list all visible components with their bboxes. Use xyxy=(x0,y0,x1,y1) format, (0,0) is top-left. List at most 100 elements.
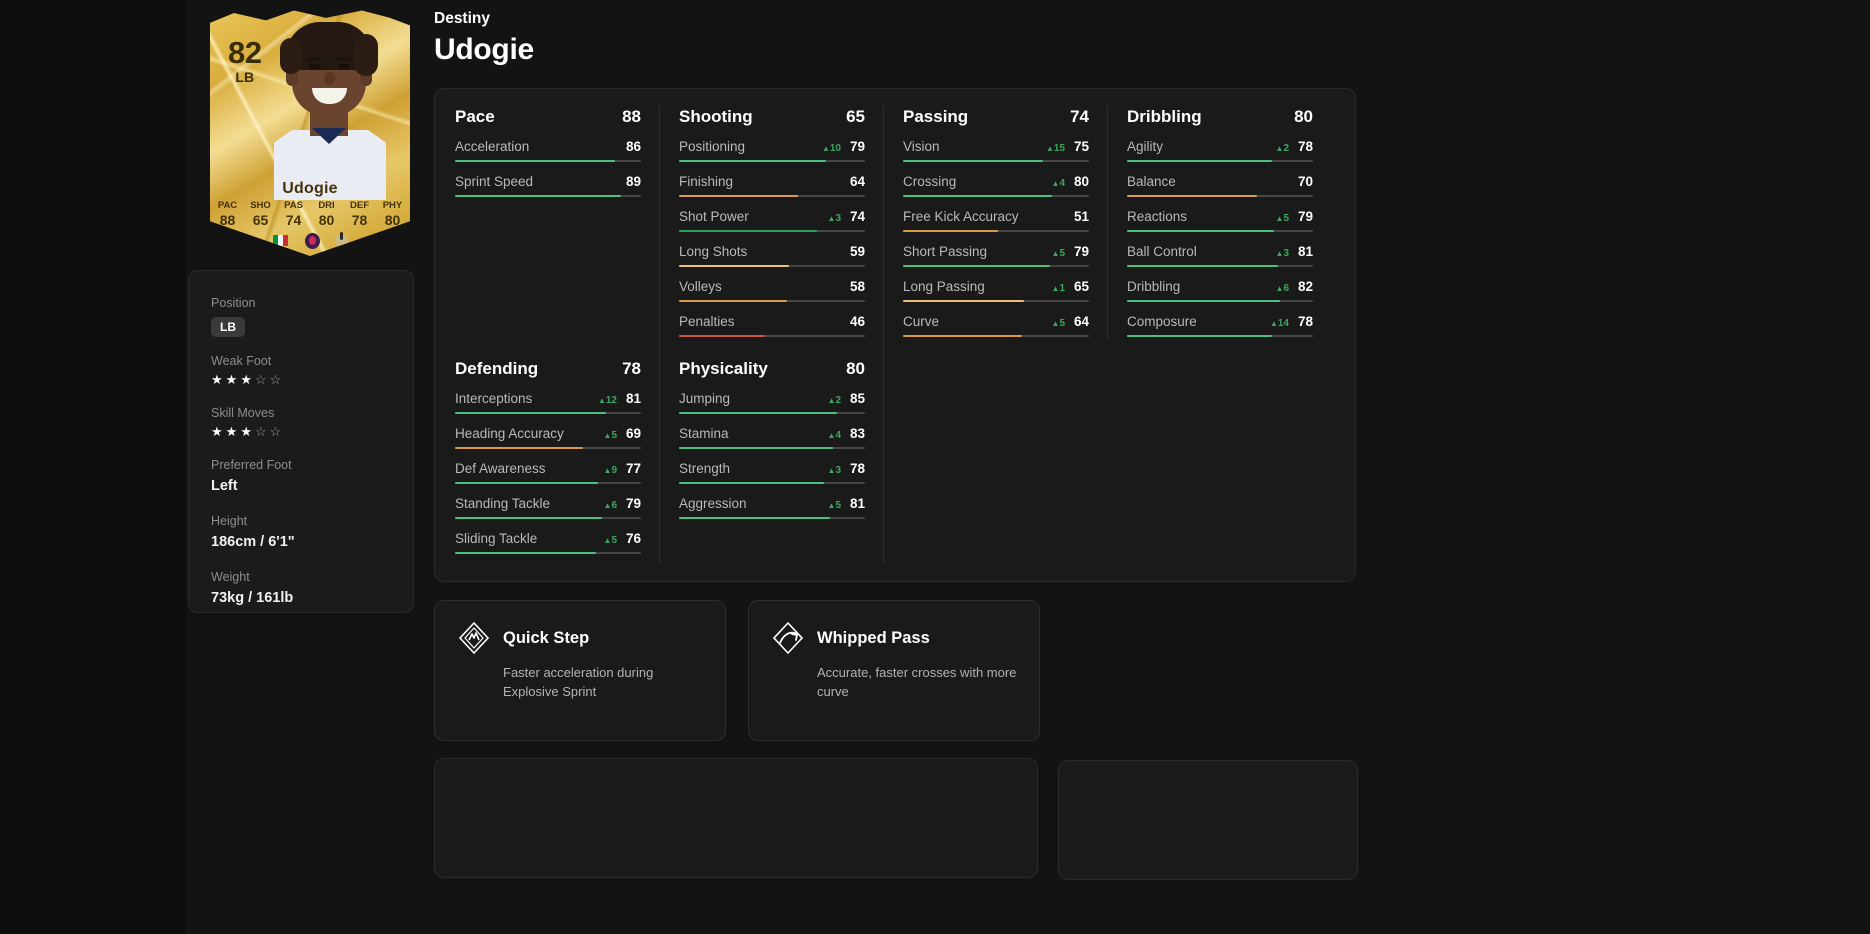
stat-bar-track xyxy=(1127,265,1313,267)
stat-bar-track xyxy=(679,195,865,197)
stat-row: Agility ▲2 78 xyxy=(1127,139,1313,162)
stat-group-header: Physicality 80 xyxy=(679,359,865,379)
stat-row: Def Awareness ▲9 77 xyxy=(455,461,641,484)
stat-group-title: Passing xyxy=(903,107,969,126)
info-skill-moves: Skill Moves ★★★☆☆ xyxy=(211,403,391,441)
arrow-up-icon: ▲ xyxy=(1045,144,1054,153)
stat-bar-fill xyxy=(679,300,787,302)
stat-row: Balance 70 xyxy=(1127,174,1313,197)
stat-group-passing: Passing 74 Vision ▲15 75 Crossing ▲4 80 Free Kic… xyxy=(903,107,1089,337)
stat-value: 80 xyxy=(1073,174,1089,189)
portrait-nose xyxy=(324,72,335,85)
stat-group-title: Shooting xyxy=(679,107,753,126)
stat-bar-track xyxy=(679,447,865,449)
stat-group-title: Physicality xyxy=(679,359,768,378)
stat-name: Strength xyxy=(679,461,731,476)
stat-delta-value: 3 xyxy=(835,465,841,476)
stat-value: 65 xyxy=(1073,279,1089,294)
playstyle-card[interactable]: Quick Step Faster acceleration during Exp… xyxy=(434,600,726,741)
stat-row-values: ▲5 76 xyxy=(604,531,641,546)
stat-row: Jumping ▲2 85 xyxy=(679,391,865,414)
stat-row-values: ▲3 81 xyxy=(1276,244,1313,259)
stat-bar-track xyxy=(903,195,1089,197)
stat-row: Interceptions ▲12 81 xyxy=(455,391,641,414)
stat-row-labels: Penalties 46 xyxy=(679,314,865,329)
stat-name: Sprint Speed xyxy=(455,174,534,189)
stat-row: Crossing ▲4 80 xyxy=(903,174,1089,197)
stat-bar-fill xyxy=(1127,160,1273,162)
stat-delta: ▲6 xyxy=(1276,283,1289,294)
info-height-label: Height xyxy=(211,514,248,528)
info-position-chip: LB xyxy=(211,317,245,337)
stat-group-physicality: Physicality 80 Jumping ▲2 85 Stamina ▲4 83 Stren… xyxy=(679,359,865,519)
stat-row-labels: Composure ▲14 78 xyxy=(1127,314,1313,329)
stat-row-values: ▲5 64 xyxy=(1052,314,1089,329)
stat-row-values: ▲2 78 xyxy=(1276,139,1313,154)
info-position: Position LB xyxy=(211,293,391,337)
stat-bar-fill xyxy=(679,265,789,267)
stat-value: 51 xyxy=(1073,209,1089,224)
stat-bar-fill xyxy=(679,482,825,484)
weak-foot-stars: ★★★☆☆ xyxy=(211,371,391,389)
player-card[interactable]: 82 LB Udogie PAC 88 SHO 65 PAS 74 DRI 80… xyxy=(210,8,410,258)
stat-bar-fill xyxy=(903,195,1052,197)
info-weight: Weight 73kg / 161lb xyxy=(211,567,391,609)
stat-name: Stamina xyxy=(679,426,729,441)
playstyle-description: Faster acceleration during Explosive Spr… xyxy=(503,665,654,699)
weak-foot-star: ★ xyxy=(240,372,255,387)
stat-value: 79 xyxy=(625,496,641,511)
stat-group-total: 65 xyxy=(846,107,865,126)
card-stat-key: PHY xyxy=(382,200,403,211)
playstyle-card[interactable]: Whipped Pass Accurate, faster crosses wit… xyxy=(748,600,1040,741)
stat-row-values: 51 xyxy=(1069,209,1089,224)
stat-row: Long Passing ▲1 65 xyxy=(903,279,1089,302)
stat-bar-fill xyxy=(903,300,1024,302)
info-preferred-foot-value: Left xyxy=(211,478,238,494)
stat-delta: ▲2 xyxy=(1276,143,1289,154)
stat-bar-fill xyxy=(903,160,1043,162)
info-weight-label: Weight xyxy=(211,570,250,584)
player-portrait xyxy=(262,22,400,200)
stat-group-header: Shooting 65 xyxy=(679,107,865,127)
info-weight-value: 73kg / 161lb xyxy=(211,590,294,606)
stat-row-labels: Crossing ▲4 80 xyxy=(903,174,1089,189)
stat-bar-track xyxy=(903,230,1089,232)
stat-bar-fill xyxy=(679,412,838,414)
stat-row-labels: Sprint Speed 89 xyxy=(455,174,641,189)
stat-bar-track xyxy=(455,195,641,197)
stat-delta-value: 3 xyxy=(1283,248,1289,259)
stat-name: Penalties xyxy=(679,314,735,329)
stat-row-labels: Ball Control ▲3 81 xyxy=(1127,244,1313,259)
stat-delta: ▲3 xyxy=(1276,248,1289,259)
stat-row-values: 46 xyxy=(845,314,865,329)
playstyle-title: Whipped Pass xyxy=(817,628,930,647)
stat-delta: ▲3 xyxy=(828,213,841,224)
stat-group-total: 74 xyxy=(1070,107,1089,126)
stat-bar-track xyxy=(903,265,1089,267)
stat-bar-fill xyxy=(1127,230,1274,232)
stat-delta-value: 14 xyxy=(1277,318,1289,329)
stat-row-labels: Heading Accuracy ▲5 69 xyxy=(455,426,641,441)
stat-bar-fill xyxy=(455,160,615,162)
stat-row-values: ▲14 78 xyxy=(1270,314,1313,329)
portrait-hair-side-right xyxy=(354,34,378,76)
card-stat-def: DEF 78 xyxy=(348,200,372,228)
stat-row-labels: Curve ▲5 64 xyxy=(903,314,1089,329)
stat-value: 81 xyxy=(625,391,641,406)
stat-delta-value: 2 xyxy=(1283,143,1289,154)
stat-delta: ▲5 xyxy=(604,430,617,441)
stat-row-labels: Long Passing ▲1 65 xyxy=(903,279,1089,294)
card-stat-value: 74 xyxy=(285,212,302,228)
stat-bar-track xyxy=(1127,335,1313,337)
info-preferred-foot: Preferred Foot Left xyxy=(211,455,391,497)
stat-delta-value: 5 xyxy=(611,430,617,441)
stat-bar-track xyxy=(455,412,641,414)
stat-name: Long Shots xyxy=(679,244,748,259)
stat-row-values: ▲1 65 xyxy=(1052,279,1089,294)
stat-row: Strength ▲3 78 xyxy=(679,461,865,484)
stat-value: 77 xyxy=(625,461,641,476)
stat-group-title: Dribbling xyxy=(1127,107,1202,126)
stat-delta: ▲12 xyxy=(598,395,617,406)
stat-row-labels: Long Shots 59 xyxy=(679,244,865,259)
stat-group-total: 80 xyxy=(1294,107,1313,126)
